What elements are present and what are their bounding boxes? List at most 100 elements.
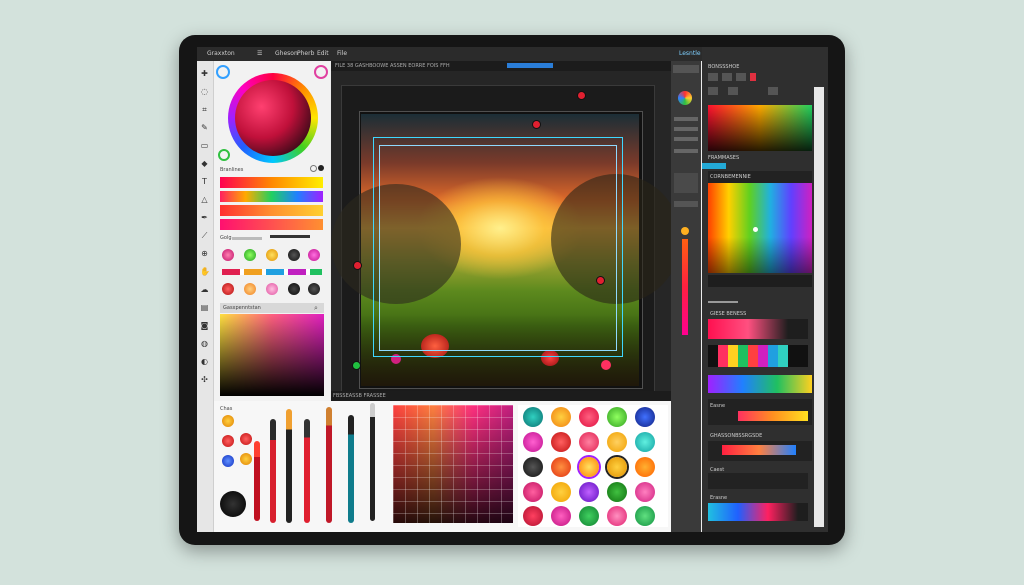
selection-handle-right[interactable]	[596, 276, 605, 285]
swatch-red[interactable]	[222, 283, 234, 295]
smudge-tool-icon[interactable]: ☁	[200, 285, 209, 294]
gradient-bar-3[interactable]	[220, 205, 323, 216]
lasso-tool-icon[interactable]: ◌	[200, 87, 209, 96]
brush-swatch-strip[interactable]	[708, 345, 808, 367]
gradient-bar-1[interactable]	[220, 177, 323, 188]
swatch-dot-5[interactable]	[635, 407, 655, 427]
paint-dot-3[interactable]	[222, 455, 234, 467]
anchor-point-green[interactable]	[352, 361, 361, 370]
brush-5[interactable]	[326, 407, 332, 523]
dodge-tool-icon[interactable]: ◐	[200, 357, 209, 366]
swatch-dot-17[interactable]	[551, 482, 571, 502]
swatch-dot-7[interactable]	[551, 432, 571, 452]
layer-gradient-2[interactable]	[708, 375, 812, 393]
strip-tool-group[interactable]	[674, 173, 698, 193]
hue-slider[interactable]	[682, 239, 688, 335]
swatch-dot-3[interactable]	[579, 407, 599, 427]
layer-gradient-4[interactable]	[722, 445, 796, 455]
swatch-dot-19[interactable]	[607, 482, 627, 502]
swatch-dot-23[interactable]	[579, 506, 599, 526]
gradient-preview[interactable]	[708, 105, 812, 151]
menu-item-5[interactable]: File	[337, 50, 347, 57]
zoom-tool-icon[interactable]: ⊕	[200, 249, 209, 258]
layer-gradient-3[interactable]	[738, 411, 808, 421]
icon-row-1[interactable]	[708, 73, 808, 81]
swatch-dot-2[interactable]	[551, 407, 571, 427]
swatch-rose[interactable]	[266, 283, 278, 295]
swatch-dot-15[interactable]	[635, 457, 655, 477]
brush-3[interactable]	[286, 409, 292, 523]
brush-tool-icon[interactable]: ✎	[200, 123, 209, 132]
hand-tool-icon[interactable]: ✋	[200, 267, 210, 276]
swatch-dot-24[interactable]	[607, 506, 627, 526]
menu-item-4[interactable]: Edit	[317, 50, 329, 57]
swatch-dot-22[interactable]	[551, 506, 571, 526]
swatch-dot-12[interactable]	[551, 457, 571, 477]
swatch-dot-21[interactable]	[523, 506, 543, 526]
paint-dot-4[interactable]	[240, 433, 252, 445]
swatch-dot-25[interactable]	[635, 506, 655, 526]
spectrum-tools[interactable]	[708, 275, 812, 287]
swatch-green[interactable]	[244, 249, 256, 261]
stamp-tool-icon[interactable]: ◙	[200, 321, 209, 330]
layer-gradient-5[interactable]	[708, 503, 808, 521]
move-tool-icon[interactable]: ✚	[200, 69, 209, 78]
swatch-dot-13[interactable]	[579, 457, 599, 477]
swatch-dot-16[interactable]	[523, 482, 543, 502]
menu-item-3[interactable]: Pherb	[297, 50, 314, 57]
foreground-dot[interactable]	[318, 165, 324, 171]
swatch-dot-10[interactable]	[635, 432, 655, 452]
swatch-dot-14[interactable]	[607, 457, 627, 477]
brush-6[interactable]	[348, 415, 354, 523]
spectrum-picker[interactable]	[708, 183, 812, 273]
selection-handle-top[interactable]	[532, 120, 541, 129]
strip-button[interactable]	[673, 65, 699, 73]
background-dot[interactable]	[310, 165, 317, 172]
accent-tab[interactable]	[702, 163, 726, 169]
swatch-dot-8[interactable]	[579, 432, 599, 452]
picker-ring-icon-3[interactable]	[218, 149, 230, 161]
blur-tool-icon[interactable]: ◍	[200, 339, 209, 348]
eyedropper-tool-icon[interactable]: ⟋	[200, 231, 209, 240]
shape-tool-icon[interactable]: △	[200, 195, 209, 204]
gradient-tool-icon[interactable]: ▤	[200, 303, 209, 312]
swatch-yellow[interactable]	[266, 249, 278, 261]
menu-item-1[interactable]: ☰	[257, 50, 262, 57]
panel-scrollbar[interactable]	[814, 87, 824, 527]
slider-knob[interactable]	[681, 227, 689, 235]
swatch-dot-9[interactable]	[607, 432, 627, 452]
selection-handle-left[interactable]	[353, 261, 362, 270]
gradient-bar-2[interactable]	[220, 191, 323, 202]
gradient-picker-area[interactable]	[220, 314, 324, 396]
swatch-dot-20[interactable]	[635, 482, 655, 502]
opacity-slider[interactable]	[232, 237, 262, 240]
color-grid[interactable]	[393, 405, 513, 523]
layer-item-5[interactable]	[708, 473, 808, 489]
swatch-pink[interactable]	[222, 249, 234, 261]
crop-tool-icon[interactable]: ⌗	[200, 105, 209, 114]
menu-item-2[interactable]: Gheson	[275, 50, 298, 57]
ink-pot[interactable]	[220, 491, 246, 517]
color-wheel[interactable]	[228, 73, 318, 163]
swatch-dot-11[interactable]	[523, 457, 543, 477]
brush-4[interactable]	[304, 419, 310, 523]
color-icon[interactable]	[678, 91, 692, 105]
picker-ring-icon[interactable]	[216, 65, 230, 79]
swatch-black[interactable]	[288, 249, 300, 261]
text-tool-icon[interactable]: T	[200, 177, 209, 186]
paint-dot-5[interactable]	[240, 453, 252, 465]
swatch-magenta[interactable]	[308, 249, 320, 261]
swatch-dot-18[interactable]	[579, 482, 599, 502]
mini-swatch-row[interactable]	[222, 269, 322, 275]
swatch-orange[interactable]	[244, 283, 256, 295]
spectrum-cursor[interactable]	[753, 227, 758, 232]
eraser-tool-icon[interactable]: ▭	[200, 141, 209, 150]
swatch-dot-4[interactable]	[607, 407, 627, 427]
icon-row-2[interactable]	[708, 87, 808, 95]
paint-dot-2[interactable]	[222, 435, 234, 447]
brush-1[interactable]	[254, 441, 260, 521]
brush-7[interactable]	[370, 403, 375, 521]
color-picker-disc[interactable]	[235, 80, 311, 156]
pen-tool-icon[interactable]: ✒	[200, 213, 209, 222]
anchor-point-top[interactable]	[577, 91, 586, 100]
